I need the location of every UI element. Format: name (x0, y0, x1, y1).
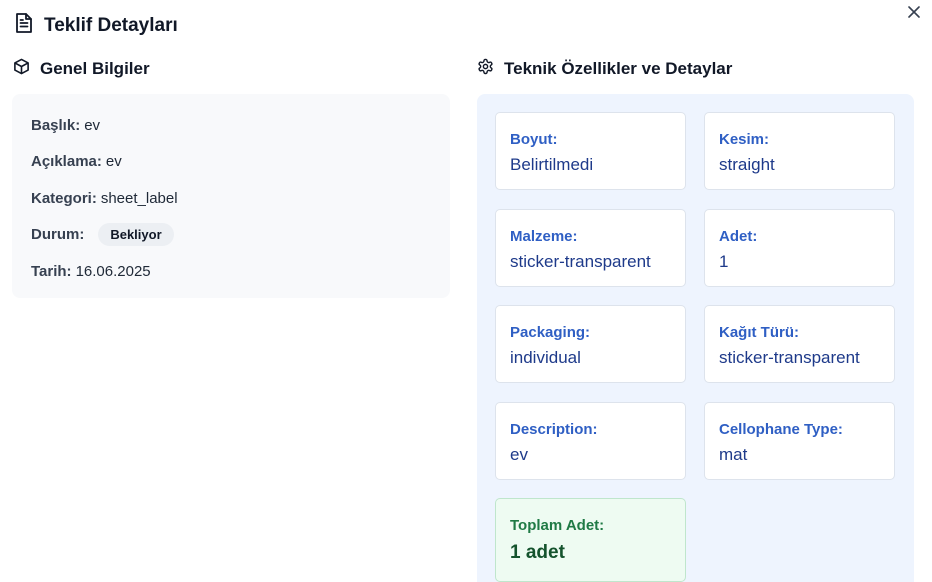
spec-tile-cellophane-type: Cellophane Type: mat (704, 402, 895, 480)
info-label: Açıklama: (31, 153, 102, 171)
gear-icon (477, 58, 494, 80)
spec-tile-boyut: Boyut: Belirtilmedi (495, 112, 686, 190)
general-title-text: Genel Bilgiler (40, 59, 150, 78)
spec-value: Belirtilmedi (510, 155, 594, 174)
spec-label: Adet: (719, 228, 758, 245)
info-row-aciklama: Açıklama: ev (31, 144, 431, 181)
info-label: Başlık: (31, 116, 81, 134)
total-value: 1 adet (510, 542, 565, 563)
info-label: Durum: (31, 226, 85, 244)
info-row-durum: Durum: Bekliyor (31, 217, 431, 254)
spec-label: Boyut: (510, 131, 558, 148)
info-value: 16.06.2025 (75, 262, 151, 280)
spec-tile-packaging: Packaging: individual (495, 305, 686, 383)
dialog-header: Teklif Detayları (14, 12, 178, 39)
status-badge: Bekliyor (98, 223, 174, 247)
spec-value: straight (719, 155, 775, 174)
spec-label: Kağıt Türü: (719, 324, 799, 341)
info-value: ev (105, 153, 122, 171)
spec-tile-adet: Adet: 1 (704, 209, 895, 287)
general-section-title: Genel Bilgiler (13, 58, 150, 80)
spec-tile-kesim: Kesim: straight (704, 112, 895, 190)
spec-value: individual (510, 348, 581, 367)
spec-value: 1 (719, 252, 729, 271)
info-row-baslik: Başlık: ev (31, 107, 431, 144)
spec-value: sticker-transparent (719, 348, 860, 367)
cube-icon (13, 58, 30, 80)
technical-title-text: Teknik Özellikler ve Detaylar (504, 59, 733, 78)
spec-label: Kesim: (719, 131, 770, 148)
spec-tile-description: Description: ev (495, 402, 686, 480)
dialog-title: Teklif Detayları (44, 14, 178, 36)
info-label: Tarih: (31, 262, 72, 280)
spec-label: Description: (510, 421, 598, 438)
spec-label: Packaging: (510, 324, 591, 341)
info-value: sheet_label (100, 189, 178, 207)
total-label: Toplam Adet: (510, 517, 605, 534)
spec-value: sticker-transparent (510, 252, 651, 271)
technical-panel: Boyut: Belirtilmedi Kesim: straight Malz… (477, 94, 914, 582)
document-icon (14, 12, 34, 39)
info-row-kategori: Kategori: sheet_label (31, 180, 431, 217)
spec-value: ev (510, 445, 528, 464)
general-info-card: Başlık: ev Açıklama: ev Kategori: sheet_… (12, 94, 450, 298)
info-value: ev (84, 116, 101, 134)
technical-section-title: Teknik Özellikler ve Detaylar (477, 58, 732, 80)
spec-label: Cellophane Type: (719, 421, 843, 438)
total-quantity-tile: Toplam Adet: 1 adet (495, 498, 686, 582)
spec-tile-kagit-turu: Kağıt Türü: sticker-transparent (704, 305, 895, 383)
spec-value: mat (719, 445, 748, 464)
info-label: Kategori: (31, 189, 97, 207)
spec-tile-malzeme: Malzeme: sticker-transparent (495, 209, 686, 287)
spec-label: Malzeme: (510, 228, 578, 245)
close-icon[interactable] (908, 5, 920, 23)
info-row-tarih: Tarih: 16.06.2025 (31, 253, 431, 290)
close-button[interactable] (903, 3, 925, 25)
